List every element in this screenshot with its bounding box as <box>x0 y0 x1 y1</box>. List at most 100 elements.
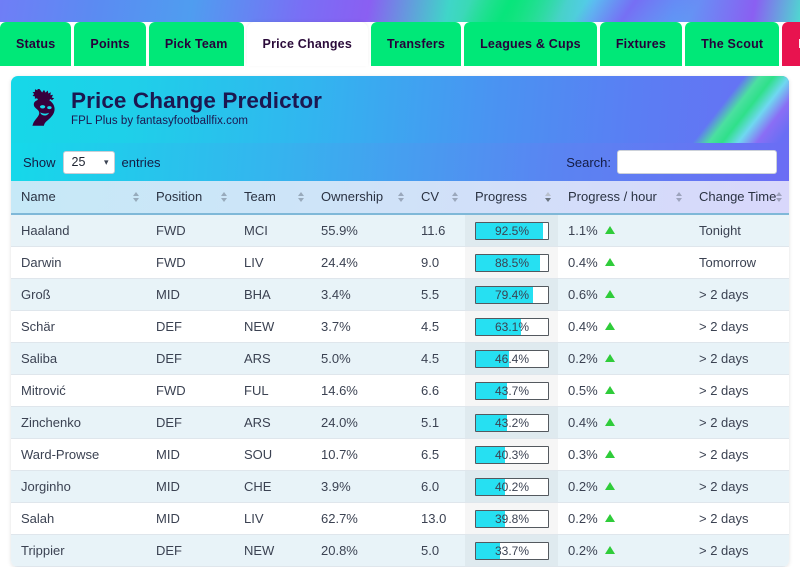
cell-position: FWD <box>146 214 234 247</box>
trend-up-icon <box>604 322 615 330</box>
cell-ownership: 55.9% <box>311 214 411 247</box>
column-header-label: Progress / hour <box>568 189 657 204</box>
table-row: Ward-Prowse MID SOU 10.7% 6.5 40.3% 0.3% > 2 da… <box>11 438 789 471</box>
trend-up-icon <box>604 482 615 490</box>
column-header-change-time[interactable]: Change Time <box>689 181 789 215</box>
cell-ownership: 20.8% <box>311 534 411 567</box>
cell-cv: 4.5 <box>411 342 465 375</box>
cell-cv: 4.5 <box>411 310 465 343</box>
cell-team: NEW <box>234 534 311 567</box>
cell-ownership: 10.7% <box>311 438 411 471</box>
search-label: Search: <box>566 154 611 170</box>
entries-per-page-select[interactable]: 25 ▾ <box>62 150 115 174</box>
cell-change-time: Tonight <box>689 214 789 247</box>
column-header-progress[interactable]: Progress <box>465 181 558 215</box>
cell-progress-per-hour: 0.2% <box>558 502 689 535</box>
progress-per-hour-value: 0.4% <box>568 415 598 430</box>
cell-progress: 33.7% <box>465 534 558 567</box>
progress-per-hour-value: 0.2% <box>568 351 598 366</box>
cell-position: DEF <box>146 406 234 439</box>
cell-position: DEF <box>146 310 234 343</box>
table-row: Saliba DEF ARS 5.0% 4.5 46.4% 0.2% > 2 days <box>11 342 789 375</box>
cell-progress-per-hour: 0.5% <box>558 374 689 407</box>
column-header-ownership[interactable]: Ownership <box>311 181 411 215</box>
tab-leagues-cups[interactable]: Leagues & Cups <box>464 22 597 66</box>
tab-transfers[interactable]: Transfers <box>370 22 462 66</box>
cell-change-time: > 2 days <box>689 342 789 375</box>
progress-per-hour-value: 0.4% <box>568 255 598 270</box>
column-header-position[interactable]: Position <box>146 181 234 215</box>
column-header-label: Change Time <box>699 189 777 204</box>
cell-ownership: 3.7% <box>311 310 411 343</box>
column-header-label: Team <box>244 189 276 204</box>
tab-pick-team[interactable]: Pick Team <box>148 22 244 66</box>
sort-arrows-icon <box>398 192 404 202</box>
tab-po[interactable]: Po <box>782 22 800 66</box>
table-header: Name Position Team Ownership CV Progress Progr… <box>11 181 789 215</box>
cell-player-name: Salah <box>11 502 146 535</box>
cell-cv: 5.5 <box>411 278 465 311</box>
cell-cv: 6.5 <box>411 438 465 471</box>
search-group: Search: <box>566 150 777 174</box>
cell-progress: 40.2% <box>465 470 558 503</box>
cell-progress-per-hour: 0.2% <box>558 534 689 567</box>
tab-the-scout[interactable]: The Scout <box>685 22 780 66</box>
sort-arrows-icon <box>676 192 682 202</box>
progress-bar-label: 43.2% <box>494 415 530 430</box>
trend-up-icon <box>604 546 615 554</box>
cell-player-name: Haaland <box>11 214 146 247</box>
table-row: Darwin FWD LIV 24.4% 9.0 88.5% 0.4% Tomorrow <box>11 246 789 279</box>
cell-change-time: > 2 days <box>689 406 789 439</box>
table-controls: Show 25 ▾ entries Search: <box>11 143 789 181</box>
column-header-cv[interactable]: CV <box>411 181 465 215</box>
cell-team: MCI <box>234 214 311 247</box>
tab-points[interactable]: Points <box>74 22 146 66</box>
tab-label: Status <box>16 37 56 51</box>
cell-position: MID <box>146 278 234 311</box>
trend-up-icon <box>604 354 615 362</box>
cell-team: NEW <box>234 310 311 343</box>
table-row: Haaland FWD MCI 55.9% 11.6 92.5% 1.1% Tonight <box>11 214 789 247</box>
progress-bar: 33.7% <box>475 541 549 560</box>
sort-arrows-icon <box>776 192 782 202</box>
column-header-label: CV <box>421 189 440 204</box>
table-row: Zinchenko DEF ARS 24.0% 5.1 43.2% 0.4% > 2 days <box>11 406 789 439</box>
tab-fixtures[interactable]: Fixtures <box>599 22 683 66</box>
cell-player-name: Mitrović <box>11 374 146 407</box>
progress-bar-label: 43.7% <box>494 383 530 398</box>
card-header: Price Change Predictor FPL Plus by fanta… <box>11 76 789 143</box>
cell-player-name: Darwin <box>11 246 146 279</box>
cell-position: MID <box>146 438 234 471</box>
show-entries-group: Show 25 ▾ entries <box>23 150 161 174</box>
cell-position: MID <box>146 470 234 503</box>
cell-cv: 13.0 <box>411 502 465 535</box>
column-header-progress-hour[interactable]: Progress / hour <box>558 181 689 215</box>
trend-up-icon <box>604 226 615 234</box>
sort-arrows-icon <box>298 192 304 202</box>
cell-position: FWD <box>146 246 234 279</box>
cell-progress-per-hour: 0.2% <box>558 470 689 503</box>
cell-progress: 43.2% <box>465 406 558 439</box>
trend-up-icon <box>604 290 615 298</box>
column-header-team[interactable]: Team <box>234 181 311 215</box>
cell-team: CHE <box>234 470 311 503</box>
progress-per-hour-value: 0.6% <box>568 287 598 302</box>
progress-bar: 46.4% <box>475 349 549 368</box>
progress-bar: 88.5% <box>475 253 549 272</box>
tab-label: Points <box>90 37 130 51</box>
cell-progress: 39.8% <box>465 502 558 535</box>
tab-price-changes[interactable]: Price Changes <box>246 22 368 66</box>
tab-status[interactable]: Status <box>0 22 72 66</box>
cell-ownership: 24.4% <box>311 246 411 279</box>
trend-up-icon <box>604 514 615 522</box>
search-input[interactable] <box>617 150 777 174</box>
cell-cv: 6.6 <box>411 374 465 407</box>
cell-progress-per-hour: 1.1% <box>558 214 689 247</box>
cell-progress: 63.1% <box>465 310 558 343</box>
cell-position: MID <box>146 502 234 535</box>
cell-position: FWD <box>146 374 234 407</box>
cell-player-name: Jorginho <box>11 470 146 503</box>
tab-label: Price Changes <box>262 37 352 51</box>
column-header-name[interactable]: Name <box>11 181 146 215</box>
progress-bar-label: 33.7% <box>494 543 530 558</box>
